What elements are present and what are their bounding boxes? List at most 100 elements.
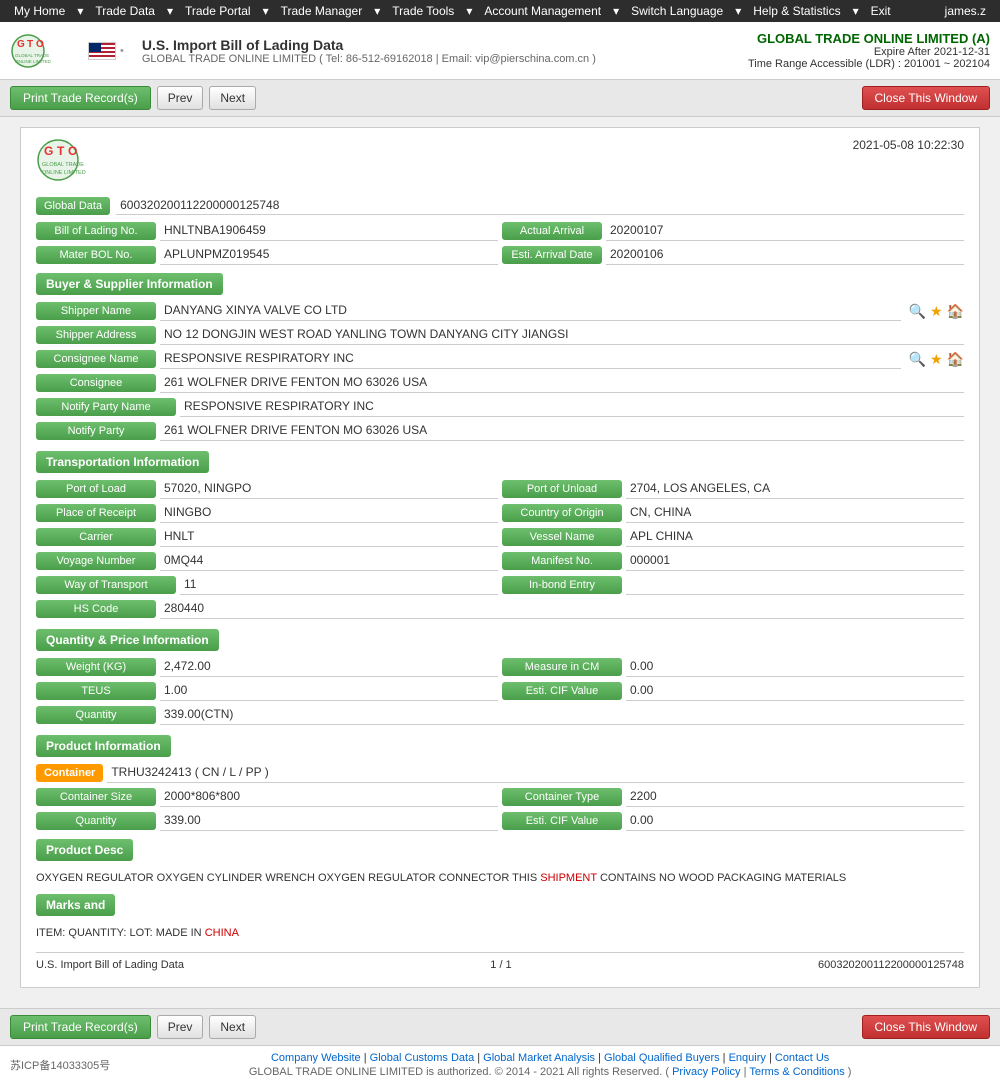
container-size-label: Container Size (36, 788, 156, 806)
svg-text:O: O (68, 144, 77, 158)
expire-info: Expire After 2021-12-31 (748, 46, 990, 58)
header-right: GLOBAL TRADE ONLINE LIMITED (A) Expire A… (748, 31, 990, 70)
close-button[interactable]: Close This Window (862, 86, 990, 110)
measure-field: Measure in CM 0.00 (502, 657, 964, 677)
container-size-field: Container Size 2000*806*800 (36, 787, 498, 807)
svg-text:GLOBAL TRADE: GLOBAL TRADE (42, 162, 84, 168)
measure-label: Measure in CM (502, 658, 622, 676)
footer-contact-us[interactable]: Contact Us (775, 1052, 829, 1064)
nav-trade-data[interactable]: Trade Data (89, 4, 161, 18)
marks-text: ITEM: QUANTITY: LOT: MADE IN CHINA (36, 922, 964, 945)
vessel-name-label: Vessel Name (502, 528, 622, 546)
teus-value: 1.00 (160, 681, 498, 701)
hs-code-value: 280440 (160, 599, 964, 619)
esti-arrival-field: Esti. Arrival Date 20200106 (502, 245, 964, 265)
esti-cif-field: Esti. CIF Value 0.00 (502, 681, 964, 701)
shipper-address-row: Shipper Address NO 12 DONGJIN WEST ROAD … (36, 325, 964, 345)
nav-sep2: ▾ (161, 4, 179, 18)
nav-sep7: ▾ (729, 4, 747, 18)
nav-trade-manager[interactable]: Trade Manager (275, 4, 369, 18)
transport-field: Way of Transport 11 (36, 575, 498, 595)
port-unload-label: Port of Unload (502, 480, 622, 498)
footer-global-market[interactable]: Global Market Analysis (483, 1052, 595, 1064)
consignee-star-icon[interactable]: ★ (930, 351, 943, 368)
footer-global-customs[interactable]: Global Customs Data (370, 1052, 475, 1064)
footer-company-website[interactable]: Company Website (271, 1052, 361, 1064)
port-load-label: Port of Load (36, 480, 156, 498)
consignee-home-icon[interactable]: 🏠 (947, 351, 964, 368)
consignee-name-label: Consignee Name (36, 350, 156, 368)
print-button[interactable]: Print Trade Record(s) (10, 86, 151, 110)
site-footer: 苏ICP备14033305号 Company Website | Global … (0, 1045, 1000, 1084)
esti-cif2-field: Esti. CIF Value 0.00 (502, 811, 964, 831)
shipper-name-row: Shipper Name DANYANG XINYA VALVE CO LTD … (36, 301, 964, 321)
company-logo: G T O GLOBAL TRADE ONLINE LIMITED (10, 31, 80, 71)
svg-text:ONLINE LIMITED: ONLINE LIMITED (15, 59, 52, 64)
esti-cif-value: 0.00 (626, 681, 964, 701)
bol-value: HNLTNBA1906459 (160, 221, 498, 241)
nav-sep4: ▾ (368, 4, 386, 18)
home-icon[interactable]: 🏠 (947, 303, 964, 320)
shipper-address-label: Shipper Address (36, 326, 156, 344)
bottom-prev-button[interactable]: Prev (157, 1015, 204, 1039)
page-subtitle: GLOBAL TRADE ONLINE LIMITED ( Tel: 86-51… (142, 53, 596, 65)
port-load-value: 57020, NINGPO (160, 479, 498, 499)
footer-global-qualified[interactable]: Global Qualified Buyers (604, 1052, 720, 1064)
esti-cif2-value: 0.00 (626, 811, 964, 831)
inbond-label: In-bond Entry (502, 576, 622, 594)
manifest-value: 000001 (626, 551, 964, 571)
container-type-label: Container Type (502, 788, 622, 806)
card-footer-left: U.S. Import Bill of Lading Data (36, 959, 184, 971)
notify-party-name-value: RESPONSIVE RESPIRATORY INC (180, 397, 964, 417)
consignee-search-icon[interactable]: 🔍 (909, 351, 926, 368)
next-button[interactable]: Next (209, 86, 256, 110)
actual-arrival-value: 20200107 (606, 221, 964, 241)
nav-trade-portal[interactable]: Trade Portal (179, 4, 257, 18)
mater-bol-row: Mater BOL No. APLUNPMZ019545 Esti. Arriv… (36, 245, 964, 265)
shipper-name-label: Shipper Name (36, 302, 156, 320)
logo-area: G T O GLOBAL TRADE ONLINE LIMITED • U.S.… (10, 31, 596, 71)
hs-code-label: HS Code (36, 600, 156, 618)
notify-party-value: 261 WOLFNER DRIVE FENTON MO 63026 USA (160, 421, 964, 441)
star-icon[interactable]: ★ (930, 303, 943, 320)
bottom-print-button[interactable]: Print Trade Record(s) (10, 1015, 151, 1039)
quantity-row: Quantity 339.00(CTN) (36, 705, 964, 725)
username-label: james.z (939, 4, 992, 18)
record-card: G T O GLOBAL TRADE ONLINE LIMITED 2021-0… (20, 127, 980, 988)
nav-account-management[interactable]: Account Management (478, 4, 607, 18)
teus-field: TEUS 1.00 (36, 681, 498, 701)
container-value: TRHU3242413 ( CN / L / PP ) (107, 763, 964, 783)
weight-label: Weight (KG) (36, 658, 156, 676)
global-data-value: 600320200112200000125748 (116, 196, 964, 215)
nav-trade-tools[interactable]: Trade Tools (386, 4, 460, 18)
country-origin-value: CN, CHINA (626, 503, 964, 523)
nav-help-statistics[interactable]: Help & Statistics (747, 4, 846, 18)
place-receipt-value: NINGBO (160, 503, 498, 523)
nav-switch-language[interactable]: Switch Language (625, 4, 729, 18)
search-icon[interactable]: 🔍 (909, 303, 926, 320)
card-footer-right: 600320200112200000125748 (818, 959, 964, 971)
nav-exit[interactable]: Exit (865, 4, 897, 18)
product-desc-header: Product Desc (36, 839, 133, 861)
footer-terms[interactable]: Terms & Conditions (749, 1066, 844, 1078)
time-range-info: Time Range Accessible (LDR) : 201001 ~ 2… (748, 58, 990, 70)
carrier-field: Carrier HNLT (36, 527, 498, 547)
bottom-close-button[interactable]: Close This Window (862, 1015, 990, 1039)
bottom-next-button[interactable]: Next (209, 1015, 256, 1039)
weight-field: Weight (KG) 2,472.00 (36, 657, 498, 677)
voyage-field: Voyage Number 0MQ44 (36, 551, 498, 571)
footer-enquiry[interactable]: Enquiry (729, 1052, 766, 1064)
nav-my-home[interactable]: My Home (8, 4, 71, 18)
quantity-price-section: Quantity & Price Information Weight (KG)… (36, 625, 964, 725)
footer-privacy[interactable]: Privacy Policy (672, 1066, 740, 1078)
consignee-row: Consignee 261 WOLFNER DRIVE FENTON MO 63… (36, 373, 964, 393)
bol-row: Bill of Lading No. HNLTNBA1906459 Actual… (36, 221, 964, 241)
top-toolbar: Print Trade Record(s) Prev Next Close Th… (0, 80, 1000, 117)
voyage-label: Voyage Number (36, 552, 156, 570)
page-title: U.S. Import Bill of Lading Data (142, 37, 596, 53)
nav-sep3: ▾ (257, 4, 275, 18)
product-desc-shipment: SHIPMENT (540, 872, 597, 884)
actual-arrival-field: Actual Arrival 20200107 (502, 221, 964, 241)
prev-button[interactable]: Prev (157, 86, 204, 110)
transportation-header: Transportation Information (36, 451, 209, 473)
